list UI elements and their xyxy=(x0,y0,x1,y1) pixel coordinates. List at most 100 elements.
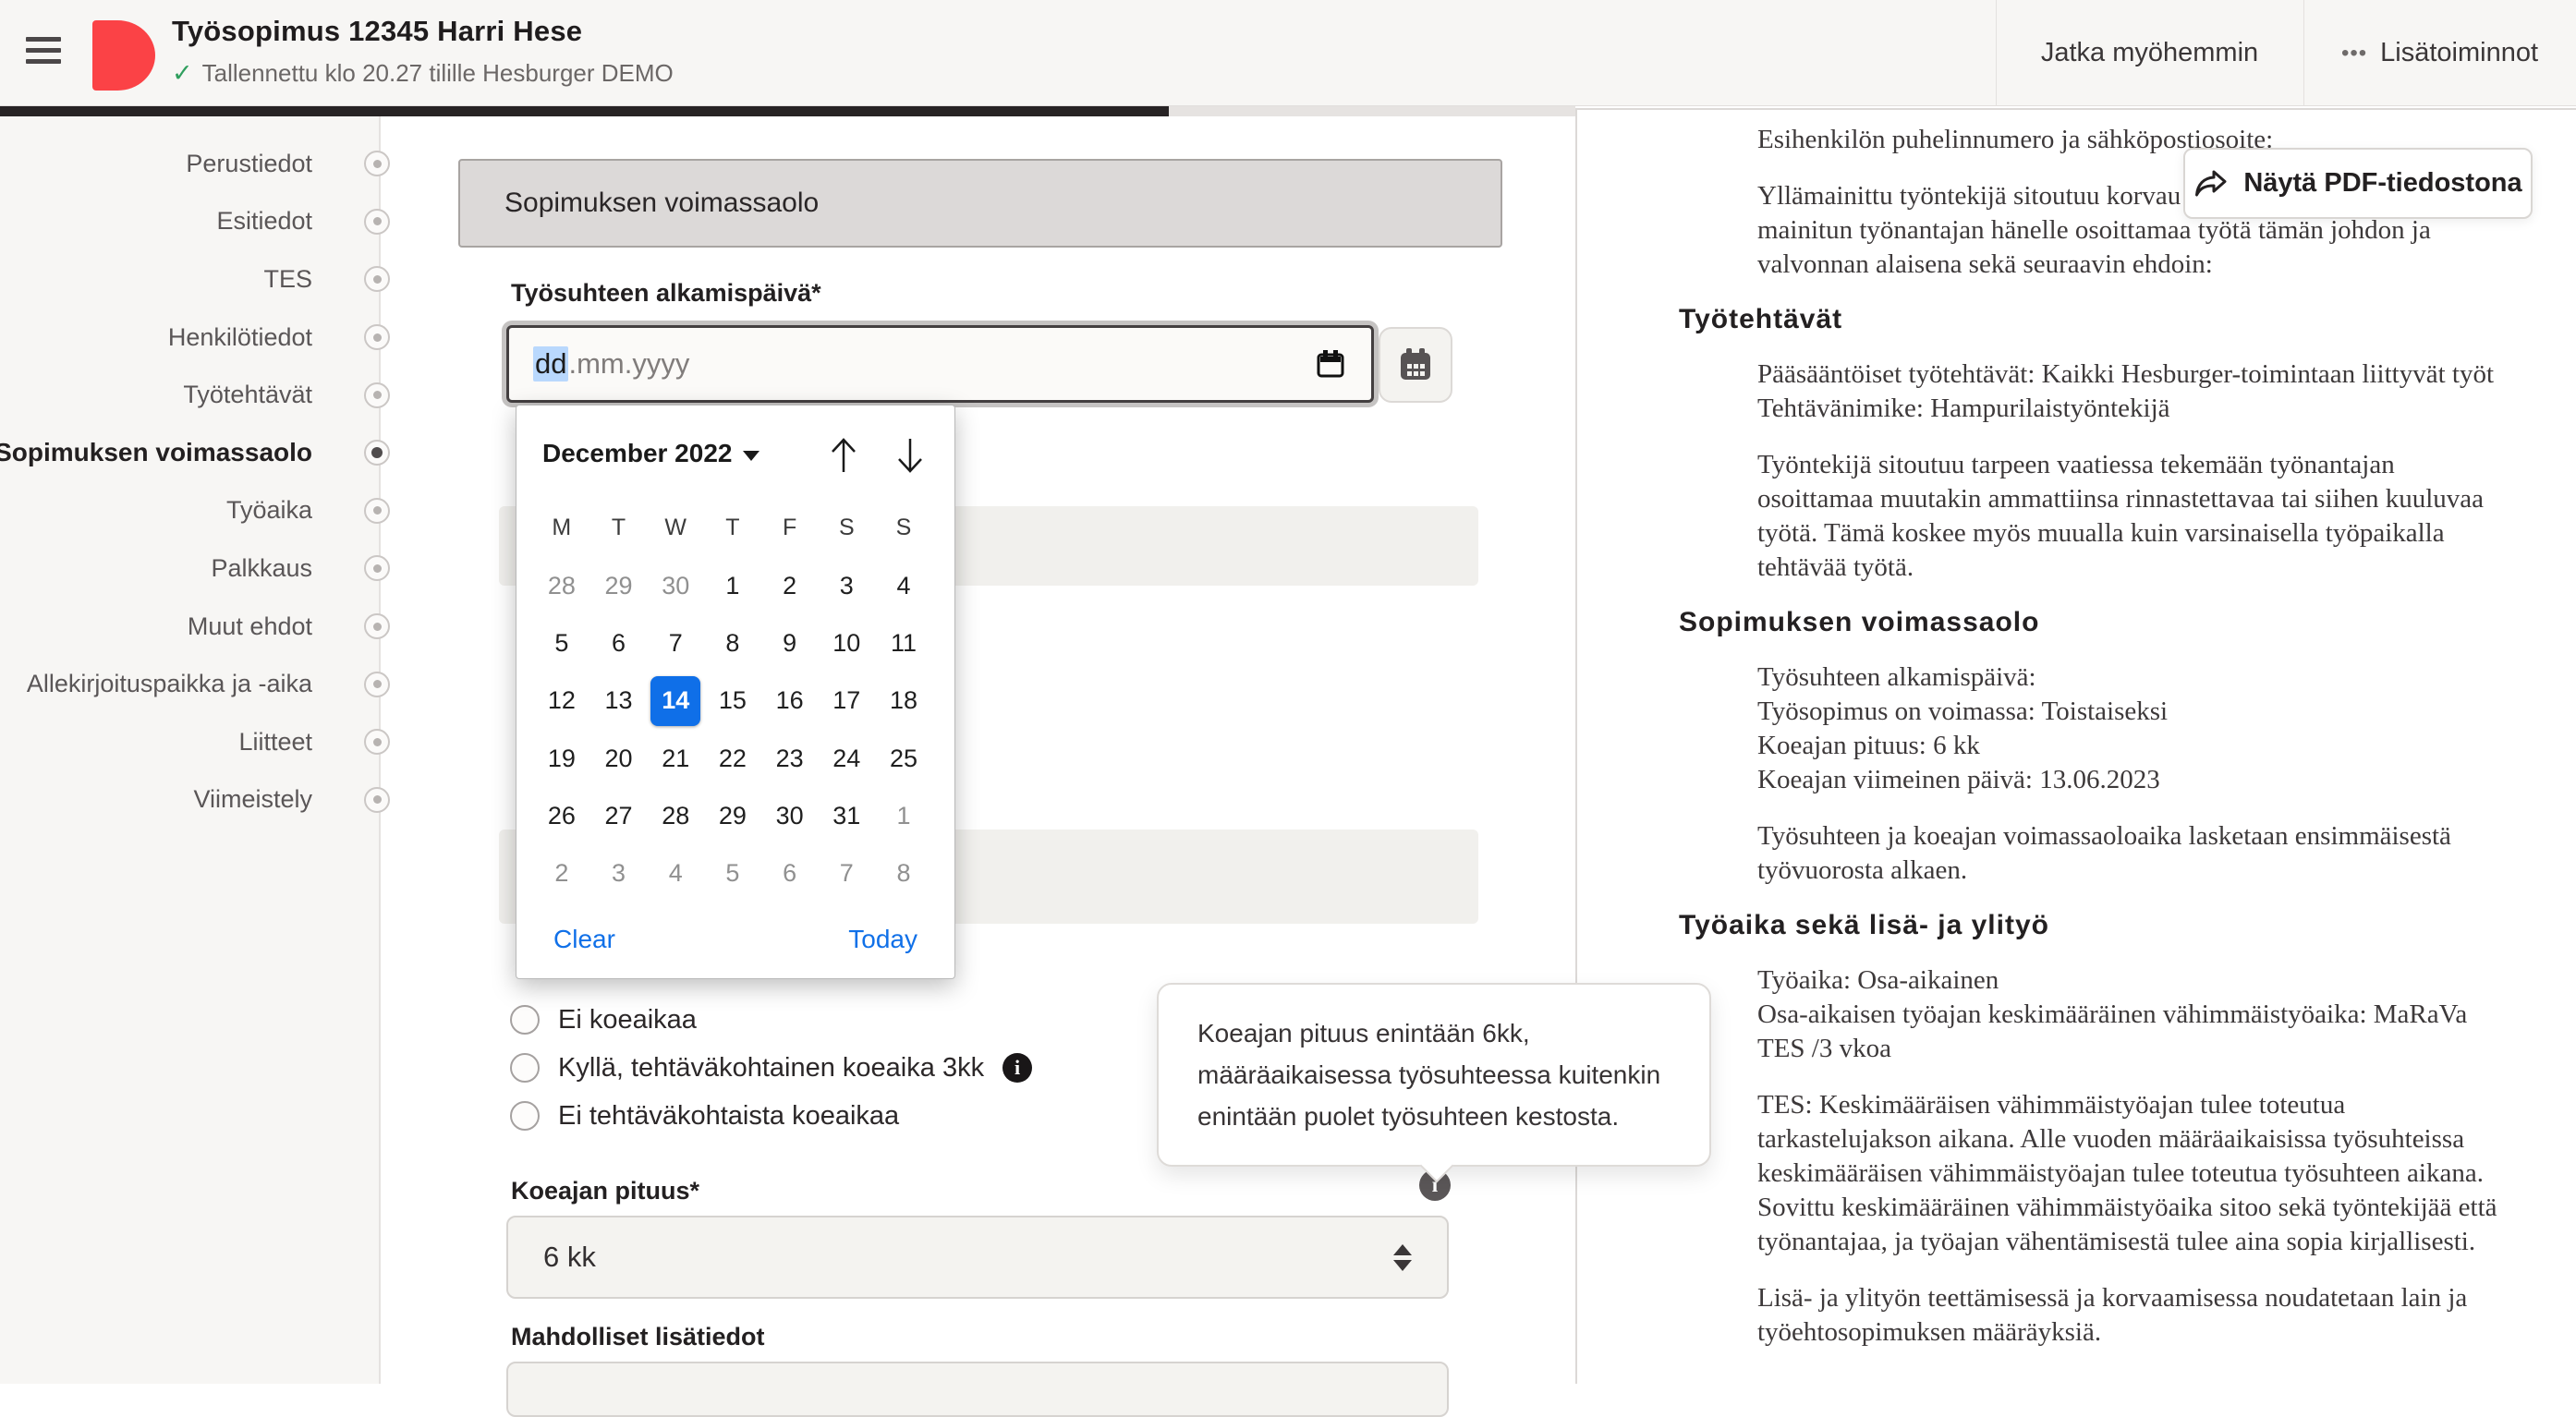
sidebar-item-8[interactable]: Muut ehdot xyxy=(0,598,379,656)
view-pdf-button[interactable]: Näytä PDF-tiedostona xyxy=(2183,148,2533,219)
calendar-day[interactable]: 22 xyxy=(704,730,761,787)
brand-logo xyxy=(92,20,155,91)
radio-button[interactable] xyxy=(510,1101,540,1131)
calendar-day[interactable]: 27 xyxy=(590,787,648,844)
calendar-day-selected[interactable]: 14 xyxy=(647,672,704,730)
probation-length-value: 6 kk xyxy=(543,1241,596,1274)
probation-option-1[interactable]: Kyllä, tehtäväkohtainen koeaika 3kki xyxy=(510,1051,1032,1084)
calendar-day[interactable]: 26 xyxy=(533,787,590,844)
calendar-day[interactable]: 28 xyxy=(647,787,704,844)
additional-info-label: Mahdolliset lisätiedot xyxy=(511,1323,765,1351)
sidebar-item-label: Henkilötiedot xyxy=(168,323,312,352)
calendar-day[interactable]: 18 xyxy=(875,672,932,730)
continue-later-button[interactable]: Jatka myöhemmin xyxy=(1996,0,2303,106)
next-month-button[interactable] xyxy=(888,433,932,478)
calendar-day[interactable]: 31 xyxy=(818,787,875,844)
calendar-day[interactable]: 28 xyxy=(533,557,590,614)
pdf-content: Esihenkilön puhelinnumero ja sähköpostio… xyxy=(1577,110,2576,1350)
calendar-day[interactable]: 1 xyxy=(875,787,932,844)
calendar-day[interactable]: 8 xyxy=(704,614,761,672)
sidebar-item-4[interactable]: Työtehtävät xyxy=(0,366,379,424)
calendar-day[interactable]: 29 xyxy=(704,787,761,844)
calendar-day[interactable]: 10 xyxy=(818,614,875,672)
section-title: Sopimuksen voimassaolo xyxy=(504,188,819,219)
more-actions-label: Lisätoiminnot xyxy=(2380,38,2538,68)
calendar-day[interactable]: 30 xyxy=(647,557,704,614)
probation-length-select[interactable]: 6 kk xyxy=(506,1216,1449,1299)
clear-button[interactable]: Clear xyxy=(553,925,615,954)
previous-month-button[interactable] xyxy=(821,433,866,478)
calendar-grid: 2829301234567891011121314151617181920212… xyxy=(533,557,932,902)
section-header: Sopimuksen voimassaolo xyxy=(458,159,1502,248)
sidebar-item-10[interactable]: Liitteet xyxy=(0,713,379,771)
probation-option-0[interactable]: Ei koeaikaa xyxy=(510,1003,697,1036)
calendar-day[interactable]: 16 xyxy=(761,672,819,730)
pdf-paragraph: Pääsääntöiset työtehtävät: Kaikki Hesbur… xyxy=(1757,357,2539,426)
sidebar-item-label: TES xyxy=(263,265,312,294)
calendar-day[interactable]: 5 xyxy=(704,844,761,902)
pdf-paragraph: Työsuhteen alkamispäivä:Työsopimus on vo… xyxy=(1757,660,2539,797)
calendar-day[interactable]: 4 xyxy=(875,557,932,614)
weekday-label: S xyxy=(875,509,932,546)
step-indicator xyxy=(364,613,390,639)
calendar-day[interactable]: 30 xyxy=(761,787,819,844)
sidebar-item-label: Allekirjoituspaikka ja -aika xyxy=(27,670,312,698)
calendar-day[interactable]: 8 xyxy=(875,844,932,902)
calendar-day[interactable]: 4 xyxy=(647,844,704,902)
calendar-day[interactable]: 9 xyxy=(761,614,819,672)
sidebar-item-label: Muut ehdot xyxy=(188,612,312,641)
radio-button[interactable] xyxy=(510,1005,540,1035)
additional-info-textarea[interactable] xyxy=(506,1362,1449,1417)
calendar-day[interactable]: 24 xyxy=(818,730,875,787)
sidebar-item-0[interactable]: Perustiedot xyxy=(0,135,379,193)
calendar-day[interactable]: 21 xyxy=(647,730,704,787)
calendar-day[interactable]: 7 xyxy=(647,614,704,672)
calendar-day[interactable]: 1 xyxy=(704,557,761,614)
today-button[interactable]: Today xyxy=(848,925,917,954)
sidebar-item-6[interactable]: Työaika xyxy=(0,482,379,540)
calendar-day[interactable]: 2 xyxy=(533,844,590,902)
calendar-day[interactable]: 11 xyxy=(875,614,932,672)
month-label: December 2022 xyxy=(542,439,732,468)
continue-later-label: Jatka myöhemmin xyxy=(2041,38,2258,68)
probation-option-2[interactable]: Ei tehtäväkohtaista koeaikaa xyxy=(510,1099,899,1132)
open-calendar-button[interactable] xyxy=(1379,327,1452,403)
calendar-day[interactable]: 3 xyxy=(818,557,875,614)
calendar-day[interactable]: 7 xyxy=(818,844,875,902)
calendar-day[interactable]: 19 xyxy=(533,730,590,787)
calendar-day[interactable]: 2 xyxy=(761,557,819,614)
pdf-paragraph: Työsuhteen ja koeajan voimassaoloaika la… xyxy=(1757,819,2539,888)
hamburger-menu-icon[interactable] xyxy=(26,37,63,70)
calendar-day[interactable]: 29 xyxy=(590,557,648,614)
info-icon[interactable]: i xyxy=(1002,1053,1032,1083)
calendar-day[interactable]: 13 xyxy=(590,672,648,730)
sidebar-item-9[interactable]: Allekirjoituspaikka ja -aika xyxy=(0,655,379,713)
select-arrows-icon xyxy=(1393,1244,1412,1271)
save-status-text: Tallennettu klo 20.27 tilille Hesburger … xyxy=(202,59,674,88)
calendar-day[interactable]: 6 xyxy=(590,614,648,672)
sidebar-item-7[interactable]: Palkkaus xyxy=(0,539,379,598)
calendar-day[interactable]: 6 xyxy=(761,844,819,902)
radio-label: Ei tehtäväkohtaista koeaikaa xyxy=(558,1101,899,1132)
start-date-input[interactable]: dd.mm.yyyy xyxy=(506,325,1374,403)
sidebar-item-5[interactable]: Sopimuksen voimassaolo xyxy=(0,424,379,482)
date-segment-selected: dd xyxy=(533,346,568,382)
calendar-day[interactable]: 12 xyxy=(533,672,590,730)
sidebar-item-2[interactable]: TES xyxy=(0,250,379,309)
calendar-day[interactable]: 25 xyxy=(875,730,932,787)
radio-button[interactable] xyxy=(510,1053,540,1083)
sidebar-item-label: Perustiedot xyxy=(186,150,312,178)
calendar-day[interactable]: 20 xyxy=(590,730,648,787)
calendar-day[interactable]: 15 xyxy=(704,672,761,730)
sidebar-item-11[interactable]: Viimeistely xyxy=(0,771,379,830)
calendar-day[interactable]: 5 xyxy=(533,614,590,672)
ellipsis-icon: ••• xyxy=(2341,41,2367,67)
calendar-day[interactable]: 23 xyxy=(761,730,819,787)
sidebar-item-1[interactable]: Esitiedot xyxy=(0,193,379,251)
calendar-picker-icon[interactable] xyxy=(1314,347,1347,381)
more-actions-button[interactable]: ••• Lisätoiminnot xyxy=(2303,0,2576,106)
month-selector[interactable]: December 2022 xyxy=(542,439,759,468)
calendar-day[interactable]: 3 xyxy=(590,844,648,902)
sidebar-item-3[interactable]: Henkilötiedot xyxy=(0,309,379,367)
calendar-day[interactable]: 17 xyxy=(818,672,875,730)
